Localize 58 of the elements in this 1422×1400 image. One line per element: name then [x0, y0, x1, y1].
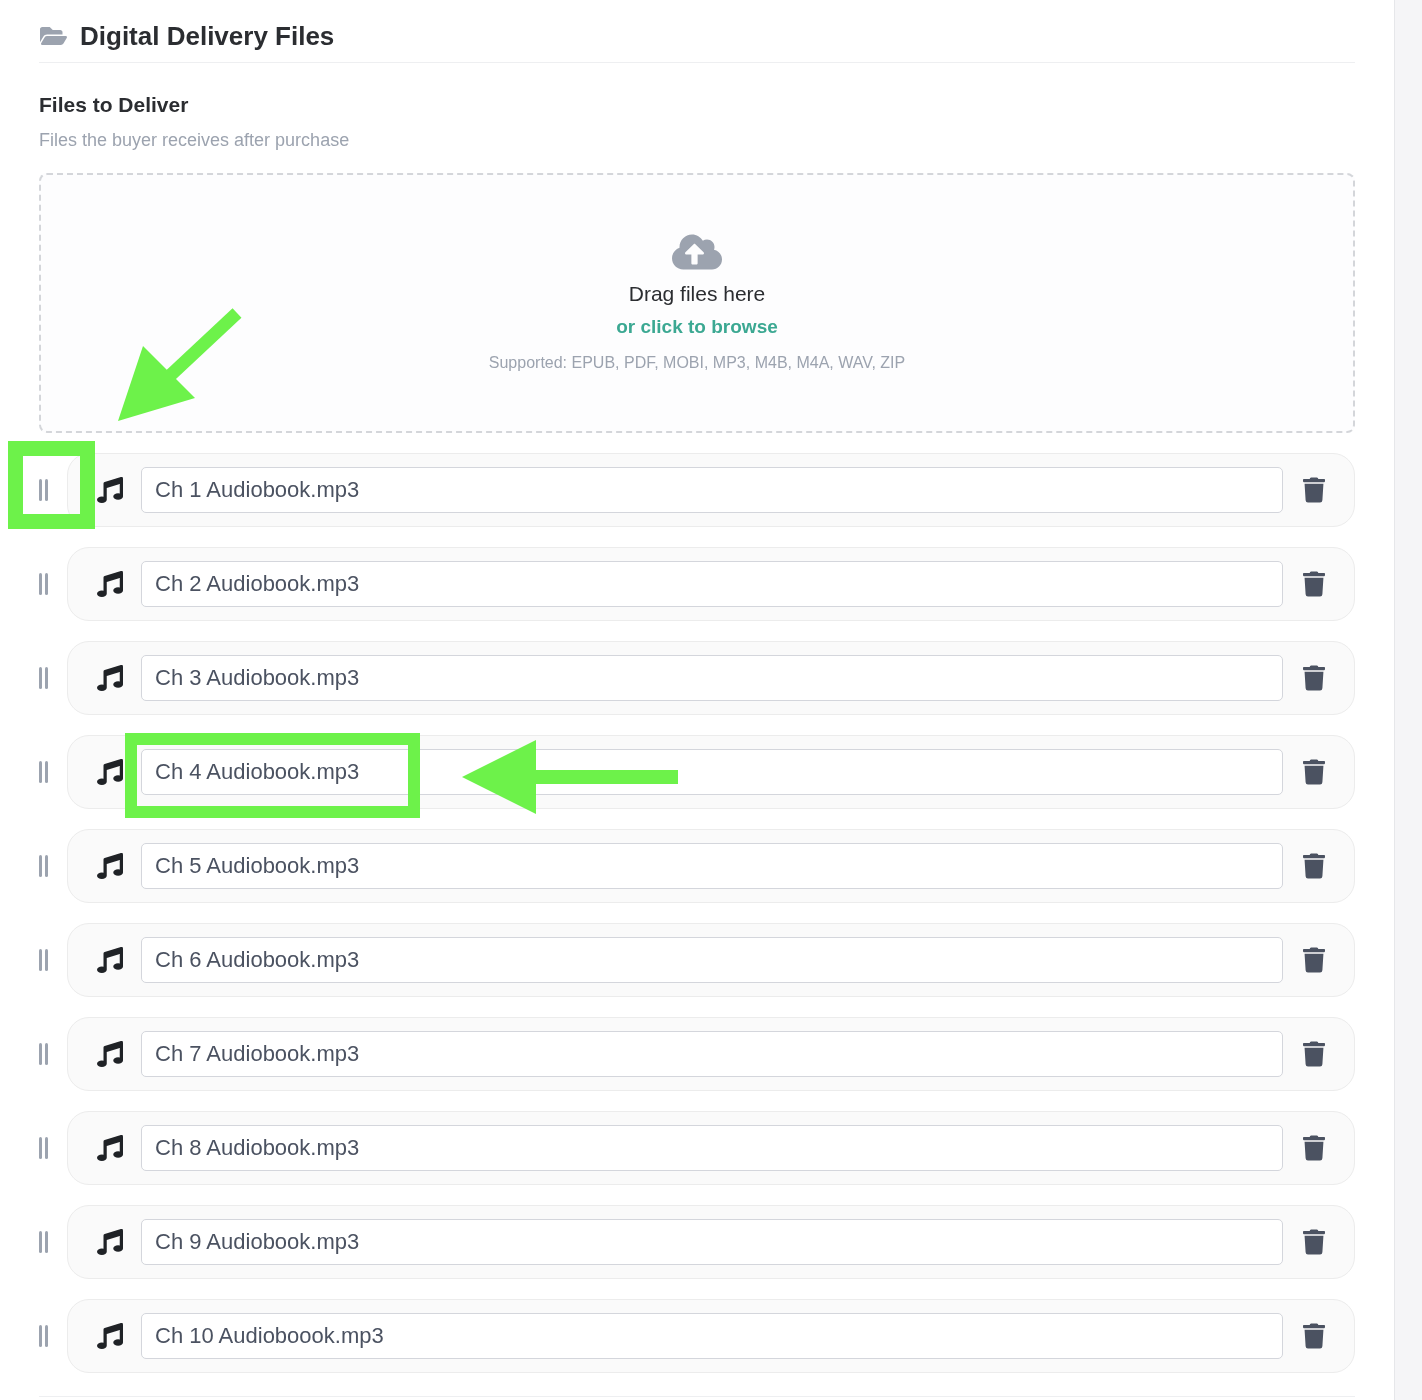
drag-handle-icon[interactable] [39, 855, 49, 877]
folder-icon [39, 24, 68, 48]
trash-icon [1303, 477, 1325, 503]
file-name-field[interactable]: Ch 10 Audioboook.mp3 [141, 1313, 1283, 1359]
trash-icon [1303, 759, 1325, 785]
music-note-icon [97, 1229, 123, 1255]
drag-handle-icon[interactable] [39, 573, 49, 595]
trash-icon [1303, 853, 1325, 879]
music-note-icon [97, 947, 123, 973]
file-name-field[interactable]: Ch 1 Audiobook.mp3 [141, 467, 1283, 513]
drag-handle-icon[interactable] [39, 1325, 49, 1347]
music-note-icon [97, 853, 123, 879]
file-name-field[interactable]: Ch 8 Audiobook.mp3 [141, 1125, 1283, 1171]
delete-button[interactable] [1301, 475, 1327, 505]
music-note-icon [97, 477, 123, 503]
file-dropzone[interactable]: Drag files here or click to browse Supported: EPUB, PDF, MOBI, MP3, M4B, M4A, WAV, ZIP [39, 173, 1355, 433]
music-note-icon [97, 1323, 123, 1349]
drag-handle-icon[interactable] [39, 1231, 49, 1253]
cloud-upload-icon [672, 232, 722, 272]
trash-icon [1303, 1135, 1325, 1161]
delete-button[interactable] [1301, 1321, 1327, 1351]
section-title: Files to Deliver [39, 92, 190, 118]
trash-icon [1303, 665, 1325, 691]
trash-icon [1303, 1229, 1325, 1255]
delete-button[interactable] [1301, 1227, 1327, 1257]
music-note-icon [97, 1135, 123, 1161]
page-title: Digital Delivery Files [80, 20, 335, 52]
music-note-icon [97, 571, 123, 597]
delete-button[interactable] [1301, 1039, 1327, 1069]
delete-button[interactable] [1301, 663, 1327, 693]
drag-handle-icon[interactable] [39, 761, 49, 783]
file-name-field[interactable]: Ch 9 Audiobook.mp3 [141, 1219, 1283, 1265]
section-subtitle: Files the buyer receives after purchase [39, 129, 351, 152]
file-name-field[interactable]: Ch 6 Audiobook.mp3 [141, 937, 1283, 983]
file-name-field[interactable]: Ch 3 Audiobook.mp3 [141, 655, 1283, 701]
delete-button[interactable] [1301, 1133, 1327, 1163]
drag-handle-icon[interactable] [39, 1137, 49, 1159]
trash-icon [1303, 1323, 1325, 1349]
delete-button[interactable] [1301, 851, 1327, 881]
music-note-icon [97, 1041, 123, 1067]
music-note-icon [97, 759, 123, 785]
drag-handle-icon[interactable] [39, 479, 49, 501]
file-name-field[interactable]: Ch 4 Audiobook.mp3 [141, 749, 1283, 795]
delete-button[interactable] [1301, 569, 1327, 599]
dropzone-title: Drag files here [628, 281, 766, 307]
delete-button[interactable] [1301, 757, 1327, 787]
supported-formats: Supported: EPUB, PDF, MOBI, MP3, M4B, M4A, WAV, ZIP [488, 353, 906, 373]
trash-icon [1303, 1041, 1325, 1067]
music-note-icon [97, 665, 123, 691]
trash-icon [1303, 947, 1325, 973]
file-name-field[interactable]: Ch 5 Audiobook.mp3 [141, 843, 1283, 889]
file-name-field[interactable]: Ch 2 Audiobook.mp3 [141, 561, 1283, 607]
drag-handle-icon[interactable] [39, 667, 49, 689]
delete-button[interactable] [1301, 945, 1327, 975]
drag-handle-icon[interactable] [39, 949, 49, 971]
drag-handle-icon[interactable] [39, 1043, 49, 1065]
trash-icon [1303, 571, 1325, 597]
file-name-field[interactable]: Ch 7 Audiobook.mp3 [141, 1031, 1283, 1077]
